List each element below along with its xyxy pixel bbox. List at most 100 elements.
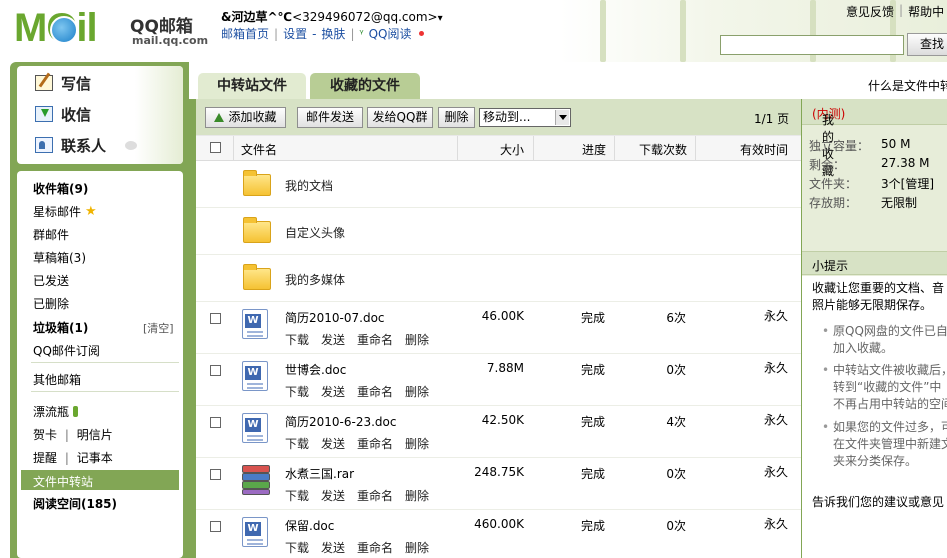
nav-dash: - [312,26,317,41]
delete-link[interactable]: 删除 [405,383,429,400]
folder-deleted[interactable]: 已删除 [33,295,69,312]
feedback-link[interactable]: 意见反馈 [846,3,894,20]
col-downloads[interactable]: 下载次数 [639,141,687,158]
row-checkbox[interactable] [210,313,221,324]
row-checkbox[interactable] [210,469,221,480]
delete-link[interactable]: 删除 [405,539,429,556]
download-link[interactable]: 下载 [285,383,309,400]
nav-skin[interactable]: 换肤 [321,25,345,42]
file-downloads: 0次 [666,519,686,533]
folder-name[interactable]: 自定义头像 [285,224,345,241]
receive-mail-button[interactable]: 收信 [35,102,91,126]
nav-divider: | [350,26,355,41]
help-link[interactable]: 帮助中 [908,3,944,20]
nav-mail-home[interactable]: 邮箱首页 [221,25,269,42]
download-link[interactable]: 下载 [285,331,309,348]
folder-row[interactable]: 我的多媒体 [196,255,801,302]
postcard-link[interactable]: 明信片 [77,426,113,443]
tip-line: 在文件夹管理中新建文 [833,437,947,451]
search-input[interactable] [720,35,904,55]
nav-qq-reading[interactable]: QQ阅读 [369,25,412,42]
send-link[interactable]: 发送 [321,487,345,504]
drift-bottle-label: 漂流瓶 [33,405,70,419]
file-name[interactable]: 世博会.doc [285,361,346,378]
rename-link[interactable]: 重命名 [357,539,393,556]
rename-link[interactable]: 重命名 [357,331,393,348]
row-checkbox[interactable] [210,417,221,428]
write-mail-button[interactable]: 写信 [35,71,91,95]
logo[interactable]: MOil QQ邮箱 mail.qq.com [14,6,214,50]
send-mail-button[interactable]: 邮件发送 [297,107,363,128]
rename-link[interactable]: 重命名 [357,487,393,504]
folder-name[interactable]: 我的多媒体 [285,271,345,288]
row-checkbox[interactable] [210,365,221,376]
stat-value[interactable]: 3个[管理] [881,175,934,192]
tab-transfer-files[interactable]: 中转站文件 [198,73,306,101]
file-transfer-link[interactable]: 文件中转站 [21,470,179,490]
stat-folders[interactable]: 文件夹： 3个[管理] [809,175,934,192]
col-valid-time[interactable]: 有效时间 [740,141,788,158]
file-progress: 完成 [581,519,606,533]
bullet-icon: • [822,420,830,434]
col-progress[interactable]: 进度 [582,141,606,158]
tip-line: 夹来分类保存。 [833,454,918,468]
send-link[interactable]: 发送 [321,383,345,400]
folder-group[interactable]: 群邮件 [33,226,69,243]
stat-period: 存放期： 无限制 [809,194,917,211]
file-name[interactable]: 简历2010-07.doc [285,309,385,326]
toolbar: 添加收藏 邮件发送 发给QQ群 删除 移动到... 1/1 页 [196,99,801,135]
folder-name[interactable]: 我的文档 [285,177,333,194]
reminder-link[interactable]: 提醒 [33,449,57,466]
chevron-down-icon[interactable]: ▾ [438,13,443,24]
tab-favorite-files[interactable]: 收藏的文件 [310,73,420,101]
delete-link[interactable]: 删除 [405,487,429,504]
folder-other-mailbox[interactable]: 其他邮箱 [33,371,81,388]
folder-row[interactable]: 自定义头像 [196,208,801,255]
what-is-transfer-link[interactable]: 什么是文件中转 [868,77,947,94]
user-nickname: &河边草^℃ [221,10,293,24]
download-link[interactable]: 下载 [285,487,309,504]
send-link[interactable]: 发送 [321,435,345,452]
folder-spam[interactable]: 垃圾箱(1) [33,319,88,336]
send-link[interactable]: 发送 [321,539,345,556]
delete-link[interactable]: 删除 [405,435,429,452]
rename-link[interactable]: 重命名 [357,435,393,452]
reading-space-link[interactable]: 阅读空间(185) [33,495,117,512]
rename-link[interactable]: 重命名 [357,383,393,400]
row-checkbox[interactable] [210,521,221,532]
send-qq-group-button[interactable]: 发给QQ群 [367,107,433,128]
add-favorite-button[interactable]: 添加收藏 [205,107,286,128]
stat-key: 存放期： [809,196,858,210]
select-all-checkbox[interactable] [210,142,221,153]
file-name[interactable]: 简历2010-6-23.doc [285,413,396,430]
notebook-link[interactable]: 记事本 [77,449,113,466]
feedback-suggestion-link[interactable]: 告诉我们您的建议或意见 [812,494,944,511]
download-link[interactable]: 下载 [285,539,309,556]
move-to-select[interactable]: 移动到... [479,108,571,127]
send-link[interactable]: 发送 [321,331,345,348]
delete-link[interactable]: 删除 [405,331,429,348]
file-size: 460.00K [474,517,524,531]
file-name[interactable]: 保留.doc [285,517,334,534]
folder-row[interactable]: 我的文档 [196,161,801,208]
delete-button[interactable]: 删除 [438,107,475,128]
download-link[interactable]: 下载 [285,435,309,452]
nav-settings[interactable]: 设置 [283,25,307,42]
search-button[interactable]: 查找 [907,33,947,56]
contacts-button[interactable]: 联系人 [35,133,106,157]
folder-inbox[interactable]: 收件箱(9) [33,180,88,197]
clear-spam-link[interactable]: [清空] [143,320,174,336]
file-name[interactable]: 水煮三国.rar [285,465,354,482]
bamboo-decoration [135,66,183,164]
folder-starred[interactable]: 星标邮件 ★ [33,203,97,220]
drift-bottle-link[interactable]: 漂流瓶 [33,403,79,420]
folder-subscribe[interactable]: QQ邮件订阅 [33,342,100,359]
folder-sent[interactable]: 已发送 [33,272,69,289]
greeting-card-link[interactable]: 贺卡 [33,426,57,443]
col-filename[interactable]: 文件名 [241,141,277,158]
contacts-label: 联系人 [61,136,107,155]
folder-drafts[interactable]: 草稿箱(3) [33,249,86,266]
bullet-icon: • [822,324,830,338]
user-account[interactable]: &河边草^℃<329496072@qq.com>▾ [221,8,443,25]
col-size[interactable]: 大小 [500,141,524,158]
